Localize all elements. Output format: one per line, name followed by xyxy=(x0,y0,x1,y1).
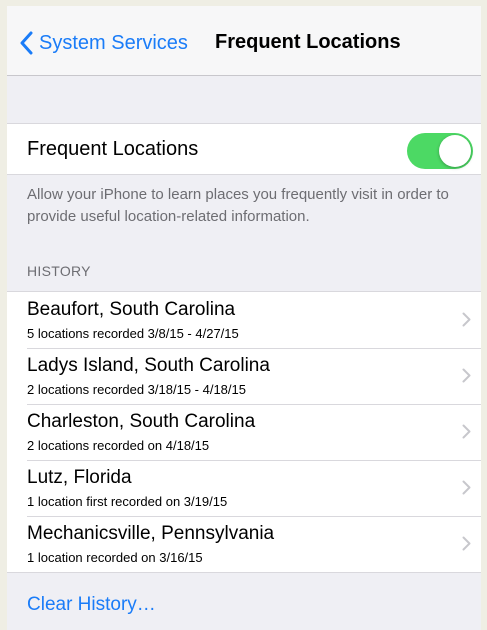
navigation-bar: System Services Frequent Locations xyxy=(7,6,481,76)
frequent-locations-description: Allow your iPhone to learn places you fr… xyxy=(27,186,449,225)
row-divider xyxy=(27,348,481,349)
chevron-right-icon xyxy=(462,312,471,327)
history-row-subtitle: 1 location recorded on 3/16/15 xyxy=(27,550,203,565)
frequent-locations-cell: Frequent Locations xyxy=(7,123,481,175)
history-row-subtitle: 2 locations recorded 3/18/15 - 4/18/15 xyxy=(27,382,246,397)
row-divider xyxy=(27,404,481,405)
chevron-right-icon xyxy=(462,368,471,383)
history-row-title: Beaufort, South Carolina xyxy=(27,299,236,320)
chevron-right-icon xyxy=(462,536,471,551)
history-row[interactable]: Charleston, South Carolina 2 locations re… xyxy=(7,404,481,460)
settings-screen: System Services Frequent Locations Frequ… xyxy=(7,6,481,630)
history-row-subtitle: 5 locations recorded 3/8/15 - 4/27/15 xyxy=(27,326,239,341)
back-button-label: System Services xyxy=(39,31,188,54)
chevron-left-icon xyxy=(20,31,33,55)
chevron-right-icon xyxy=(462,424,471,439)
row-divider xyxy=(27,460,481,461)
chevron-right-icon xyxy=(462,480,471,495)
history-row-subtitle: 1 location first recorded on 3/19/15 xyxy=(27,494,228,509)
history-list: Beaufort, South Carolina 5 locations reco… xyxy=(7,291,481,573)
history-row-title: Mechanicsville, Pennsylvania xyxy=(27,523,275,544)
history-row-title: Ladys Island, South Carolina xyxy=(27,355,270,376)
history-row[interactable]: Beaufort, South Carolina 5 locations reco… xyxy=(7,292,481,348)
row-divider xyxy=(27,516,481,517)
back-button[interactable]: System Services xyxy=(19,30,188,56)
frequent-locations-label: Frequent Locations xyxy=(27,138,199,160)
frequent-locations-toggle[interactable] xyxy=(407,133,473,169)
history-row-title: Charleston, South Carolina xyxy=(27,411,256,432)
history-row[interactable]: Lutz, Florida 1 location first recorded o… xyxy=(7,460,481,516)
history-row-title: Lutz, Florida xyxy=(27,467,132,488)
toggle-knob xyxy=(439,135,471,167)
history-section-header: HISTORY xyxy=(27,263,91,279)
history-row[interactable]: Mechanicsville, Pennsylvania 1 location r… xyxy=(7,516,481,572)
page-title: Frequent Locations xyxy=(215,31,401,53)
clear-history-button[interactable]: Clear History… xyxy=(27,594,156,616)
history-row-subtitle: 2 locations recorded on 4/18/15 xyxy=(27,438,210,453)
history-row[interactable]: Ladys Island, South Carolina 2 locations … xyxy=(7,348,481,404)
